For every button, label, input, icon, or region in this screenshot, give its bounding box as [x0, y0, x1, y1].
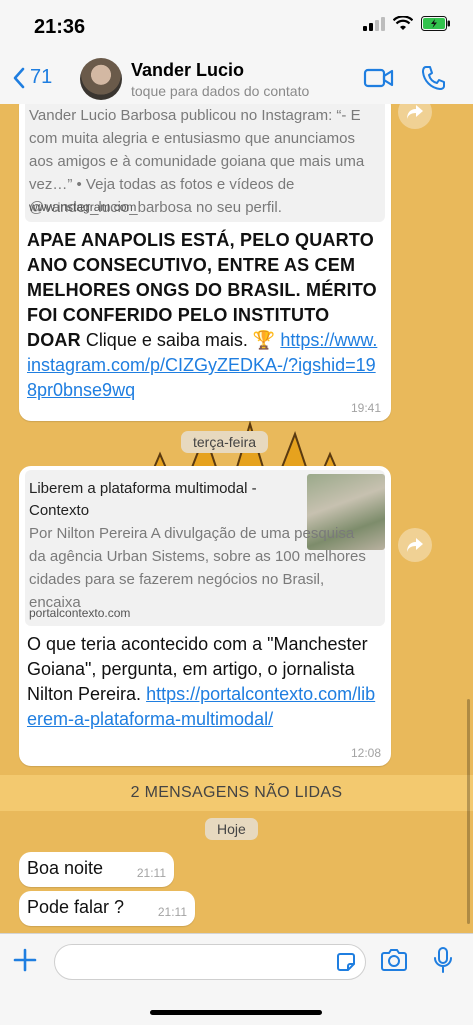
back-button[interactable]: 71	[12, 66, 52, 89]
link-preview-1[interactable]: Vander Lucio Barbosa publicou no Instagr…	[25, 104, 385, 222]
camera-icon[interactable]	[380, 948, 408, 972]
message-bubble-2[interactable]: Liberem a plataforma multimodal - Contex…	[19, 466, 391, 766]
video-call-icon[interactable]	[363, 64, 395, 92]
plus-icon[interactable]	[12, 947, 38, 973]
message-time: 21:11	[157, 905, 187, 919]
message-text: Pode falar ?	[27, 897, 125, 917]
day-separator: terça-feira	[181, 431, 269, 453]
signal-icon	[363, 16, 385, 31]
message-time: 12:08	[350, 746, 381, 760]
sticker-icon[interactable]	[335, 951, 357, 973]
day-separator: Hoje	[205, 818, 258, 840]
back-chevron-icon	[13, 67, 25, 88]
chat-header: 71 Vander Lucio toque para dados do cont…	[0, 52, 473, 105]
message-bubble-3[interactable]: Boa noite 21:11	[19, 852, 174, 887]
scrollbar[interactable]	[467, 699, 470, 924]
wifi-icon	[393, 16, 413, 30]
message-text: Boa noite	[27, 858, 104, 878]
battery-icon	[421, 16, 450, 31]
message-time: 19:41	[350, 401, 381, 415]
message-time: 21:11	[136, 866, 166, 880]
unread-banner: 2 MENSAGENS NÃO LIDAS	[0, 775, 473, 811]
message-input[interactable]	[54, 944, 366, 980]
message-bubble-1[interactable]: Vander Lucio Barbosa publicou no Instagr…	[19, 104, 391, 421]
link-preview-text: Por Nilton Pereira A divulgação de uma p…	[29, 525, 366, 611]
message-text: O que teria acontecido com a "Manchester…	[27, 632, 379, 732]
contact-name[interactable]: Vander Lucio	[131, 60, 244, 81]
home-indicator	[150, 1010, 322, 1015]
chat-area[interactable]: Vander Lucio Barbosa publicou no Instagr…	[0, 104, 473, 933]
message-bubble-4[interactable]: Pode falar ? 21:11	[19, 891, 195, 926]
avatar[interactable]	[80, 58, 122, 100]
status-time: 21:36	[34, 16, 86, 38]
input-bar	[0, 933, 473, 1025]
contact-subtitle[interactable]: toque para dados do contato	[131, 83, 309, 99]
status-bar: 21:36	[0, 0, 473, 52]
microphone-icon[interactable]	[433, 946, 453, 974]
link-preview-domain: portalcontexto.com	[29, 606, 131, 620]
link-preview-domain: www.instagram.com	[29, 200, 137, 214]
message-text: APAE ANAPOLIS ESTÁ, PELO QUARTO ANO CONS…	[27, 228, 379, 403]
back-count: 71	[30, 66, 53, 88]
forward-icon	[407, 105, 423, 119]
link-preview-title: Liberem a plataforma multimodal - Contex…	[29, 480, 257, 519]
status-icons	[363, 16, 451, 31]
forward-button[interactable]	[398, 104, 432, 129]
forward-button[interactable]	[398, 528, 432, 562]
forward-icon	[407, 538, 423, 552]
link-preview-2[interactable]: Liberem a plataforma multimodal - Contex…	[25, 470, 385, 626]
phone-icon[interactable]	[420, 64, 446, 92]
message-text-body: Clique e saiba mais. 🏆	[80, 330, 281, 350]
